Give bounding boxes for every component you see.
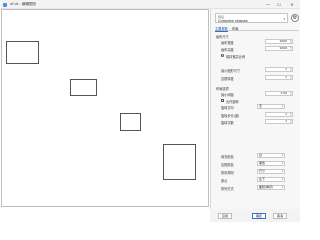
spinner-icon[interactable]: ▴ ▾ <box>290 67 291 71</box>
rotate-count-input[interactable]: 1 ▴ ▾ <box>265 119 293 124</box>
sort-rule-value: 尺寸 <box>259 169 266 173</box>
preset-select[interactable]: 预设 Complex shapes ▾ <box>215 13 288 23</box>
border-width-value: 1 <box>285 75 287 79</box>
stroke-color-value: 黑色 <box>259 161 266 165</box>
origin-label: 原点 <box>221 179 228 183</box>
settings-panel: 预设 Complex shapes ▾ ⚙ 主要参数 布局 画布尺寸 画布宽度 … <box>210 9 300 209</box>
maximize-button[interactable]: ☐ <box>274 0 284 9</box>
spinner-icon[interactable]: ▴ ▾ <box>290 119 291 123</box>
shape-rectangle[interactable] <box>6 41 39 64</box>
arrange-mode-label: 排列方式 <box>221 187 234 191</box>
border-width-input[interactable]: 1 ▴ ▾ <box>265 75 293 80</box>
rotate-count-label: 旋转次数 <box>221 121 234 125</box>
section-title-layout: 布局选项 <box>216 87 229 91</box>
canvas-height-label: 画布高度 <box>221 48 234 52</box>
min-shape-input[interactable]: 1 ▴ ▾ <box>265 67 293 72</box>
tab-layout[interactable]: 布局 <box>232 26 238 31</box>
canvas-width-label: 画布宽度 <box>221 41 234 45</box>
gear-icon[interactable]: ⚙ <box>291 14 299 22</box>
window-title: xCut - 编辑图形 <box>10 2 37 7</box>
origin-select[interactable]: 左下 ▾ <box>257 177 285 182</box>
min-shape-label: 最小图形尺寸 <box>221 69 241 73</box>
ok-button[interactable]: 确定 <box>252 213 266 219</box>
allow-rotate-label: 允许旋转 <box>226 99 239 104</box>
section-title-canvas: 画布尺寸 <box>216 35 229 39</box>
rotate-step-input[interactable]: 1 ▴ ▾ <box>265 112 293 117</box>
stroke-color-select[interactable]: 黑色 ▾ <box>257 161 285 166</box>
canvas-width-input[interactable]: 1000 ▴ ▾ <box>265 39 293 44</box>
sort-rule-select[interactable]: 尺寸 ▾ <box>257 169 285 174</box>
lock-ratio-radio[interactable] <box>221 53 225 57</box>
rotate-mode-select[interactable]: 无 ▾ <box>257 104 285 109</box>
spacing-value: 1.00 <box>280 91 287 95</box>
border-width-label: 边框厚度 <box>221 77 234 81</box>
spinner-icon[interactable]: ▴ ▾ <box>290 39 291 43</box>
preview-canvas[interactable] <box>1 9 209 207</box>
lock-ratio-label: 保持宽高比例 <box>226 54 246 59</box>
allow-rotate-checkbox[interactable] <box>221 98 225 102</box>
rotate-mode-label: 旋转方向 <box>221 106 234 110</box>
fill-color-select[interactable]: 白 ▾ <box>257 153 285 158</box>
sort-rule-label: 排序规则 <box>221 171 234 175</box>
fill-color-value: 白 <box>259 153 263 157</box>
chevron-down-icon: ▾ <box>283 17 285 21</box>
chevron-down-icon: ▾ <box>281 162 283 165</box>
arrange-mode-value: 面积(降序) <box>259 185 274 189</box>
app-icon <box>3 2 7 7</box>
rotate-mode-value: 无 <box>259 104 263 108</box>
apply-button[interactable]: 应用 <box>218 213 232 219</box>
preset-value: Complex shapes <box>218 18 248 23</box>
close-button[interactable]: ✕ <box>287 0 297 9</box>
chevron-down-icon: ▾ <box>281 170 283 173</box>
tab-main[interactable]: 主要参数 <box>215 26 228 32</box>
spinner-icon[interactable]: ▴ ▾ <box>290 46 291 50</box>
chevron-down-icon: ▾ <box>281 105 283 108</box>
shape-rectangle[interactable] <box>120 113 141 131</box>
rotate-step-label: 旋转步长(度) <box>221 114 240 118</box>
shape-rectangle[interactable] <box>163 144 196 180</box>
canvas-height-input[interactable]: 1000 ▴ ▾ <box>265 46 293 51</box>
spacing-label: 最小间距 <box>221 93 234 97</box>
origin-value: 左下 <box>259 177 266 181</box>
title-bar: xCut - 编辑图形 — ☐ ✕ <box>0 0 300 9</box>
arrange-mode-select[interactable]: 面积(降序) ▾ <box>257 185 285 190</box>
chevron-down-icon: ▾ <box>281 186 283 189</box>
cancel-button[interactable]: 取消 <box>273 213 287 219</box>
chevron-down-icon: ▾ <box>281 154 283 157</box>
tab-bar: 主要参数 布局 <box>215 26 299 32</box>
fill-color-label: 填充颜色 <box>221 155 234 159</box>
spinner-icon[interactable]: ▴ ▾ <box>290 75 291 79</box>
rotate-step-value: 1 <box>285 112 287 116</box>
rotate-count-value: 1 <box>285 119 287 123</box>
spinner-icon[interactable]: ▴ ▾ <box>290 112 291 116</box>
spacing-input[interactable]: 1.00 ▴ ▾ <box>265 91 293 96</box>
minimize-button[interactable]: — <box>263 0 273 9</box>
canvas-width-value: 1000 <box>279 39 287 43</box>
stroke-color-label: 边框颜色 <box>221 163 234 167</box>
canvas-height-value: 1000 <box>279 46 287 50</box>
shape-rectangle[interactable] <box>70 79 97 96</box>
chevron-down-icon: ▾ <box>281 178 283 181</box>
min-shape-value: 1 <box>285 67 287 71</box>
spinner-icon[interactable]: ▴ ▾ <box>290 91 291 95</box>
button-bar: 应用 确定 取消 <box>210 209 300 222</box>
